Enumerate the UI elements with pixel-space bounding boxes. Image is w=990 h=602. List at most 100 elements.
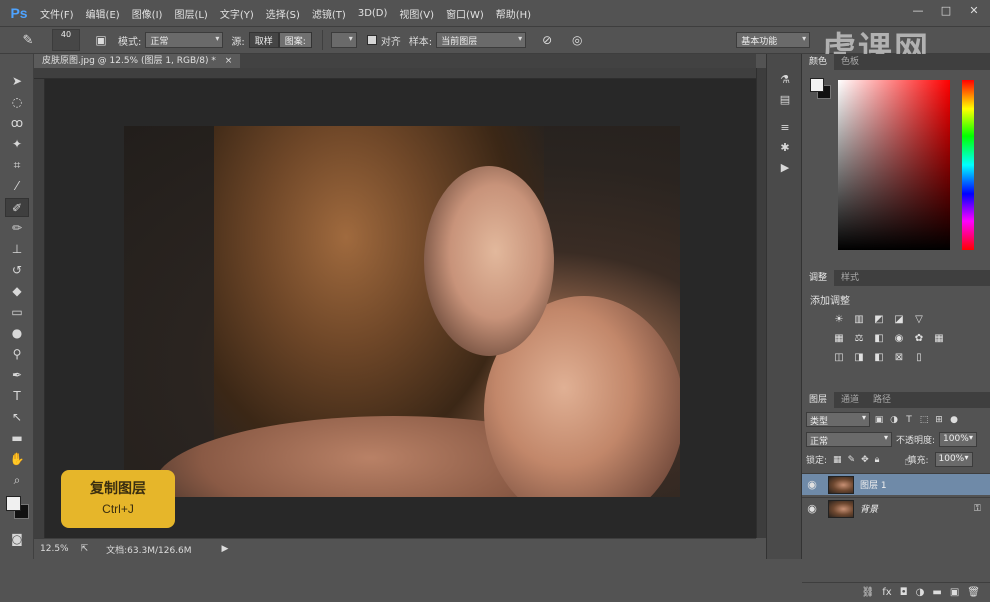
opacity-field[interactable]: 100%	[939, 432, 978, 447]
filter-toggle-icon[interactable]: ●	[948, 414, 960, 426]
play-panel-icon[interactable]: ▶	[775, 160, 795, 176]
healing-brush-tool-icon[interactable]: ✐	[5, 198, 29, 217]
menu-view[interactable]: 视图(V)	[393, 6, 440, 21]
close-tab-icon[interactable]: ×	[225, 56, 233, 66]
menu-type[interactable]: 文字(Y)	[214, 6, 260, 21]
menu-window[interactable]: 窗口(W)	[440, 6, 490, 21]
pen-tool-icon[interactable]: ✒	[5, 366, 29, 385]
menu-select[interactable]: 选择(S)	[260, 6, 306, 21]
menu-edit[interactable]: 编辑(E)	[80, 6, 126, 21]
close-button[interactable]: ✕	[964, 4, 984, 18]
fill-field[interactable]: 100%	[934, 452, 973, 467]
lasso-tool-icon[interactable]: ꝏ	[5, 114, 29, 133]
filter-pixel-icon[interactable]: ▣	[873, 414, 885, 426]
foreground-color-swatch[interactable]	[6, 496, 21, 511]
layer-name[interactable]: 背景	[860, 502, 974, 515]
layer-row[interactable]: ◉ 背景 ⚿	[802, 497, 990, 519]
lock-transparent-icon[interactable]: ▦	[833, 455, 842, 465]
selective-color-icon[interactable]: ⊠	[892, 352, 906, 364]
document-tab[interactable]: 皮肤原图.jpg @ 12.5% (图层 1, RGB/8) * ×	[34, 54, 241, 68]
posterize-icon[interactable]: ◨	[852, 352, 866, 364]
sample-select[interactable]: 当前图层	[436, 32, 527, 48]
marquee-tool-icon[interactable]: ◌	[5, 93, 29, 112]
zoom-level[interactable]: 12.5%	[40, 544, 69, 554]
new-adjustment-layer-icon[interactable]: ◑	[916, 587, 925, 598]
quick-mask-icon[interactable]: ◙	[5, 530, 29, 549]
crop-tool-icon[interactable]: ⌗	[5, 156, 29, 175]
info-panel-icon[interactable]: ✱	[775, 140, 795, 156]
color-swatches[interactable]	[4, 494, 30, 520]
eyedropper-tool-icon[interactable]: ⁄	[5, 177, 29, 196]
photo-filter-icon[interactable]: ◉	[892, 333, 906, 345]
pattern-picker[interactable]	[330, 32, 357, 48]
tab-adjustments[interactable]: 调整	[802, 270, 835, 286]
sampled-radio[interactable]: 取样	[248, 32, 279, 48]
minimize-button[interactable]: —	[908, 4, 928, 18]
levels-icon[interactable]: ▥	[852, 314, 866, 326]
menu-file[interactable]: 文件(F)	[34, 6, 80, 21]
hue-slider[interactable]	[962, 80, 974, 250]
history-brush-tool-icon[interactable]: ↺	[5, 261, 29, 280]
pattern-radio[interactable]: 图案:	[278, 32, 312, 48]
dodge-tool-icon[interactable]: ⚲	[5, 345, 29, 364]
filter-shape-icon[interactable]: ⬚	[918, 414, 930, 426]
hand-tool-icon[interactable]: ✋	[5, 450, 29, 469]
vibrance-icon[interactable]: ▽	[912, 314, 926, 326]
lock-pixels-icon[interactable]: ✎	[848, 455, 856, 465]
color-picker-field[interactable]	[838, 80, 950, 250]
clone-source-panel-icon[interactable]: ▣	[92, 31, 110, 49]
add-mask-icon[interactable]: ◘	[900, 587, 908, 598]
tab-paths[interactable]: 路径	[866, 392, 898, 408]
color-balance-icon[interactable]: ⚖	[852, 333, 866, 345]
filter-adjustment-icon[interactable]: ◑	[888, 414, 900, 426]
gradient-map-icon[interactable]: ▯	[912, 352, 926, 364]
curves-icon[interactable]: ◩	[872, 314, 886, 326]
clone-stamp-tool-icon[interactable]: ✎	[16, 30, 40, 50]
blur-tool-icon[interactable]: ●	[5, 324, 29, 343]
menu-image[interactable]: 图像(I)	[126, 6, 169, 21]
new-group-icon[interactable]: ▬	[932, 587, 941, 598]
layer-filter-kind[interactable]: 类型	[806, 412, 870, 427]
invert-icon[interactable]: ◫	[832, 352, 846, 364]
eye-icon[interactable]: ◉	[802, 502, 822, 515]
filter-smart-object-icon[interactable]: ⊞	[933, 414, 945, 426]
rectangle-tool-icon[interactable]: ▬	[5, 429, 29, 448]
aligned-checkbox[interactable]	[366, 35, 377, 45]
delete-layer-icon[interactable]: 🗑︎	[967, 587, 980, 598]
threshold-icon[interactable]: ◧	[872, 352, 886, 364]
layer-name[interactable]: 图层 1	[860, 478, 990, 491]
restore-button[interactable]: □	[936, 4, 956, 18]
new-layer-icon[interactable]: ▣	[950, 587, 959, 598]
pressure-size-icon[interactable]: ◎	[568, 31, 586, 49]
gradient-tool-icon[interactable]: ▭	[5, 303, 29, 322]
menu-3d[interactable]: 3D(D)	[352, 8, 394, 19]
portrait-photo[interactable]	[124, 126, 680, 497]
channel-mixer-icon[interactable]: ✿	[912, 333, 926, 345]
path-selection-tool-icon[interactable]: ↖	[5, 408, 29, 427]
tab-styles[interactable]: 样式	[834, 270, 866, 286]
brush-preset-picker[interactable]: 40	[52, 29, 80, 51]
history-panel-icon[interactable]: ⚗	[775, 72, 795, 88]
menu-help[interactable]: 帮助(H)	[490, 6, 537, 21]
link-layers-icon[interactable]: ⛓	[862, 587, 875, 598]
type-tool-icon[interactable]: T	[5, 387, 29, 406]
magic-wand-tool-icon[interactable]: ✦	[5, 135, 29, 154]
color-lookup-icon[interactable]: ▦	[932, 333, 946, 345]
export-icon[interactable]: ⇱	[81, 544, 89, 554]
eraser-tool-icon[interactable]: ◆	[5, 282, 29, 301]
blend-mode-select[interactable]: 正常	[806, 432, 892, 447]
tab-channels[interactable]: 通道	[834, 392, 866, 408]
menu-filter[interactable]: 滤镜(T)	[306, 6, 352, 21]
lock-all-icon[interactable]: 🔒︎	[875, 455, 880, 465]
eye-icon[interactable]: ◉	[802, 478, 822, 491]
hue-saturation-icon[interactable]: ▦	[832, 333, 846, 345]
workspace-select[interactable]: 基本功能	[736, 32, 811, 48]
exposure-icon[interactable]: ◪	[892, 314, 906, 326]
zoom-tool-icon[interactable]: ⌕	[5, 471, 29, 490]
foreground-chip[interactable]	[810, 78, 824, 92]
brightness-icon[interactable]: ☀	[832, 314, 846, 326]
mode-select[interactable]: 正常	[145, 32, 224, 48]
tab-color[interactable]: 颜色	[802, 54, 835, 70]
properties-panel-icon[interactable]: ≡	[775, 120, 795, 136]
tab-layers[interactable]: 图层	[802, 392, 835, 408]
